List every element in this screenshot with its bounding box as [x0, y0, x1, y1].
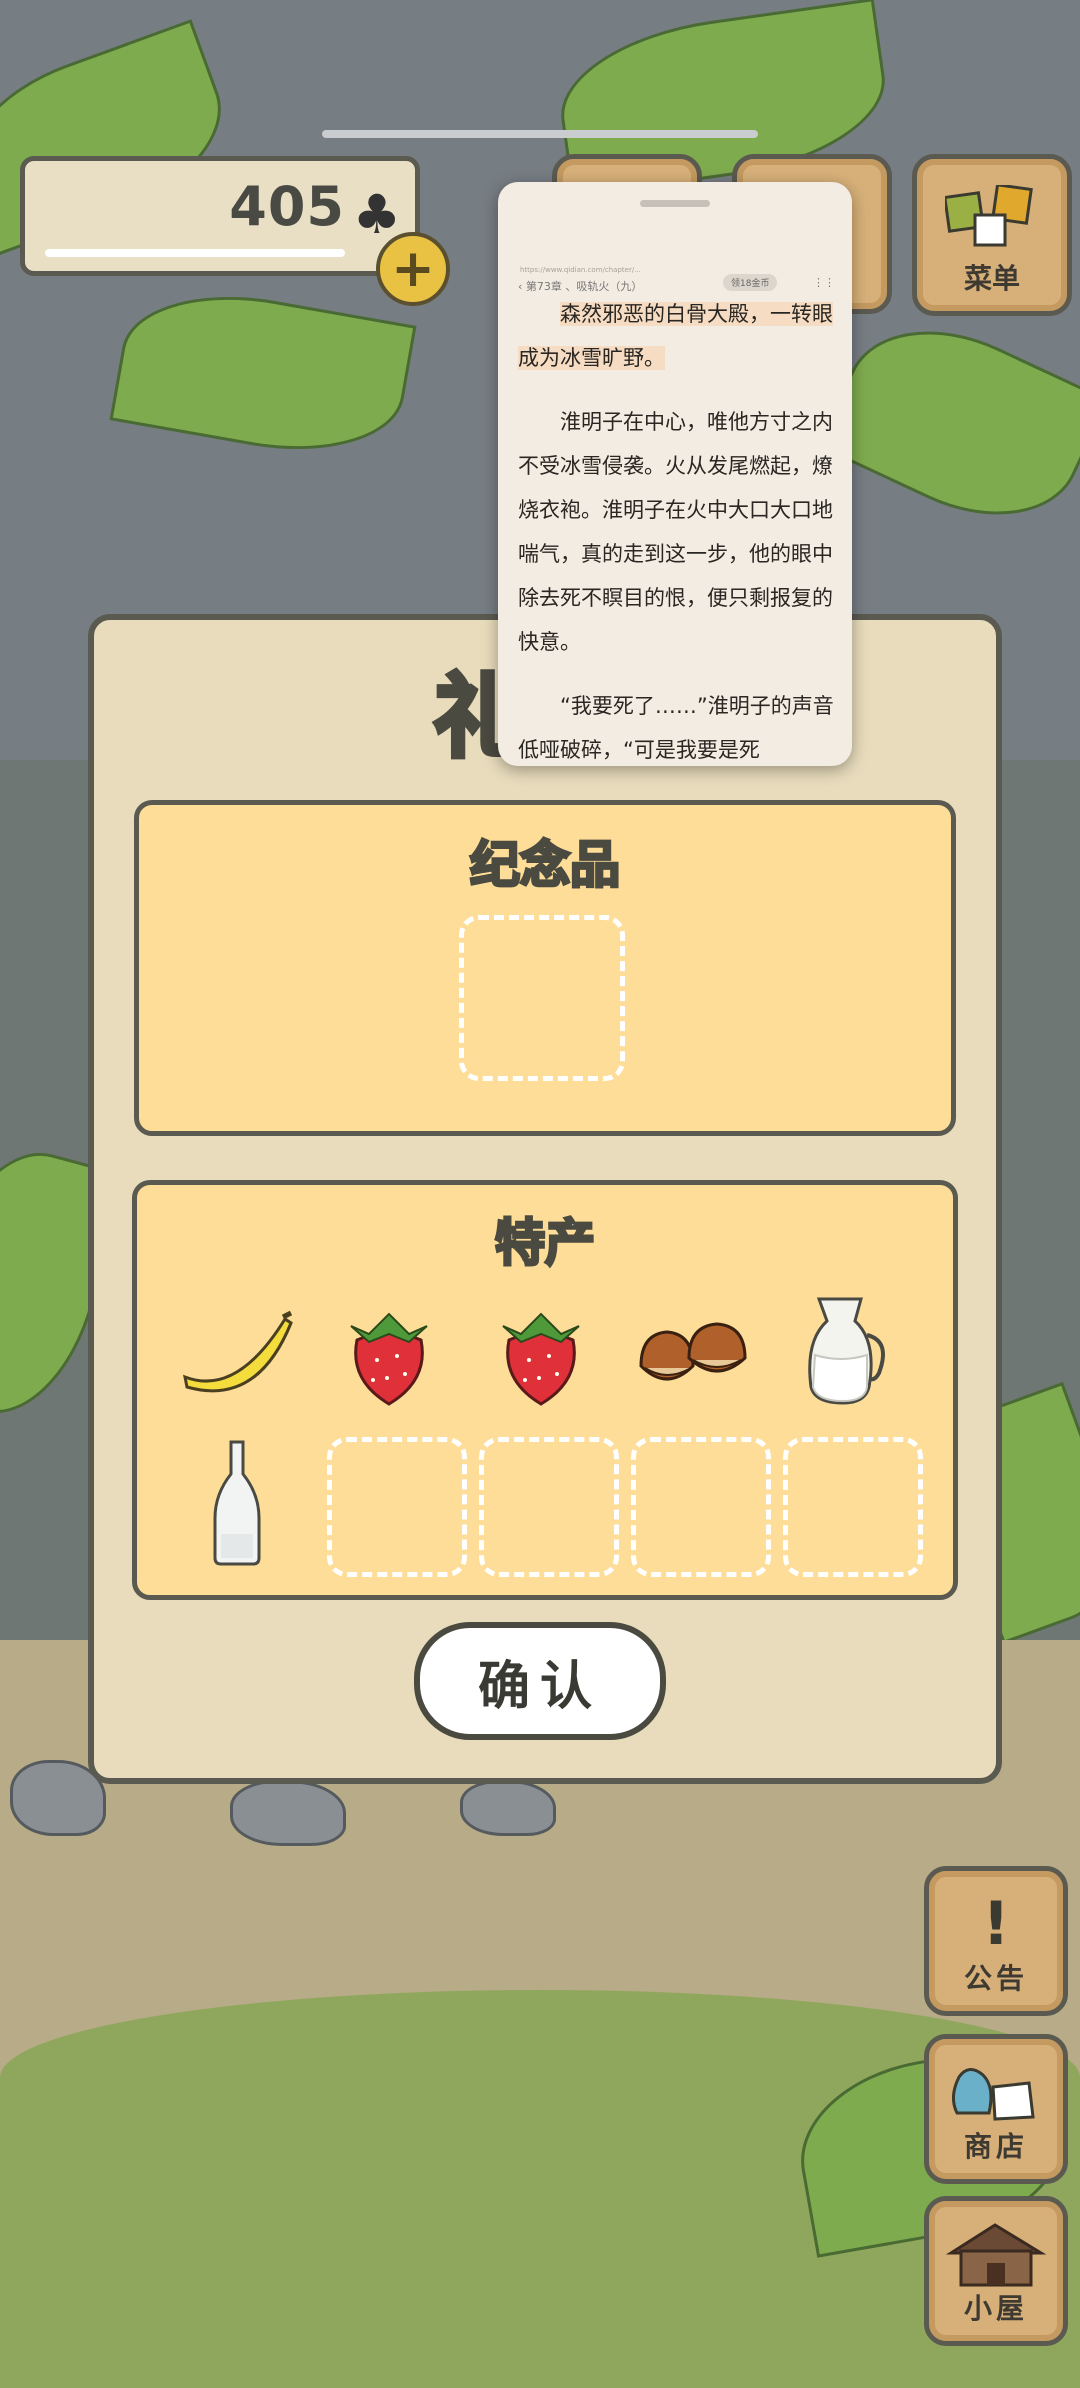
specialty-slot-empty[interactable] — [479, 1437, 619, 1577]
rock-decoration — [460, 1780, 556, 1836]
gift-dialog: 礼 纪念品 特产 — [88, 614, 1002, 1784]
highlighted-text: 森然邪恶的白骨大殿，一转眼成为冰雪旷野。 — [518, 302, 833, 370]
shop-bag-icon — [952, 2068, 1035, 2121]
milk-jug-icon — [808, 1297, 885, 1405]
specialty-item-strawberry[interactable] — [329, 1295, 449, 1415]
strawberry-icon — [502, 1312, 580, 1406]
paragraph: “我要死了……”淮明子的声音低哑破碎，“可是我要是死 — [518, 694, 834, 762]
clover-count: 405 — [229, 175, 345, 238]
clover-bar — [45, 249, 345, 257]
confirm-button[interactable]: 确认 — [414, 1622, 666, 1740]
house-label: 小屋 — [963, 2292, 1028, 2325]
specialty-slot-empty[interactable] — [327, 1437, 467, 1577]
shop-label: 商店 — [963, 2130, 1028, 2163]
clover-counter: 405 ♣ — [20, 156, 420, 276]
specialty-item-strawberry[interactable] — [481, 1295, 601, 1415]
more-icon[interactable]: ⋮⋮ — [813, 276, 835, 289]
paragraph: 森然邪恶的白骨大殿，一转眼成为冰雪旷野。 — [518, 292, 836, 380]
specialty-item-chestnuts[interactable] — [633, 1295, 753, 1415]
notice-button[interactable]: ! 公告 — [924, 1866, 1068, 2016]
strawberry-icon — [350, 1312, 428, 1406]
souvenir-title: 纪念品 — [469, 835, 622, 896]
bottle-icon — [213, 1440, 261, 1566]
souvenir-panel: 纪念品 — [134, 800, 956, 1136]
shop-button[interactable]: 商店 — [924, 2034, 1068, 2184]
menu-button[interactable]: 菜单 — [912, 154, 1072, 316]
specialty-title: 特产 — [494, 1213, 597, 1274]
menu-icon — [945, 185, 1033, 247]
house-icon — [945, 2223, 1047, 2287]
drag-handle[interactable] — [640, 200, 710, 207]
reader-overlay-window[interactable]: https://www.qidian.com/chapter/... ‹ 第73… — [498, 182, 852, 766]
reader-text: 森然邪恶的白骨大殿，一转眼成为冰雪旷野。 淮明子在中心，唯他方寸之内不受冰雪侵袭… — [518, 292, 836, 766]
house-button[interactable]: 小屋 — [924, 2196, 1068, 2346]
specialty-item-bottle[interactable] — [177, 1440, 297, 1566]
specialty-slot-empty[interactable] — [631, 1437, 771, 1577]
specialty-item-milk-jug[interactable] — [785, 1291, 905, 1411]
specialty-item-banana[interactable] — [177, 1295, 297, 1415]
chestnut-icon — [639, 1322, 747, 1381]
exclamation-icon: ! — [982, 1889, 1010, 1959]
paragraph: 淮明子在中心，唯他方寸之内不受冰雪侵袭。火从发尾燃起，燎烧衣袍。淮明子在火中大口… — [518, 410, 833, 654]
specialty-slot-empty[interactable] — [783, 1437, 923, 1577]
home-indicator — [322, 130, 758, 138]
specialty-panel: 特产 — [132, 1180, 958, 1600]
add-clover-button[interactable]: + — [376, 232, 450, 306]
banana-icon — [182, 1310, 293, 1393]
menu-label: 菜单 — [963, 262, 1020, 295]
souvenir-slot-empty[interactable] — [459, 915, 625, 1081]
rock-decoration — [230, 1780, 346, 1846]
reader-url: https://www.qidian.com/chapter/... — [520, 266, 641, 274]
coin-badge[interactable]: 领18金币 — [723, 274, 778, 291]
notice-label: 公告 — [963, 1962, 1028, 1995]
